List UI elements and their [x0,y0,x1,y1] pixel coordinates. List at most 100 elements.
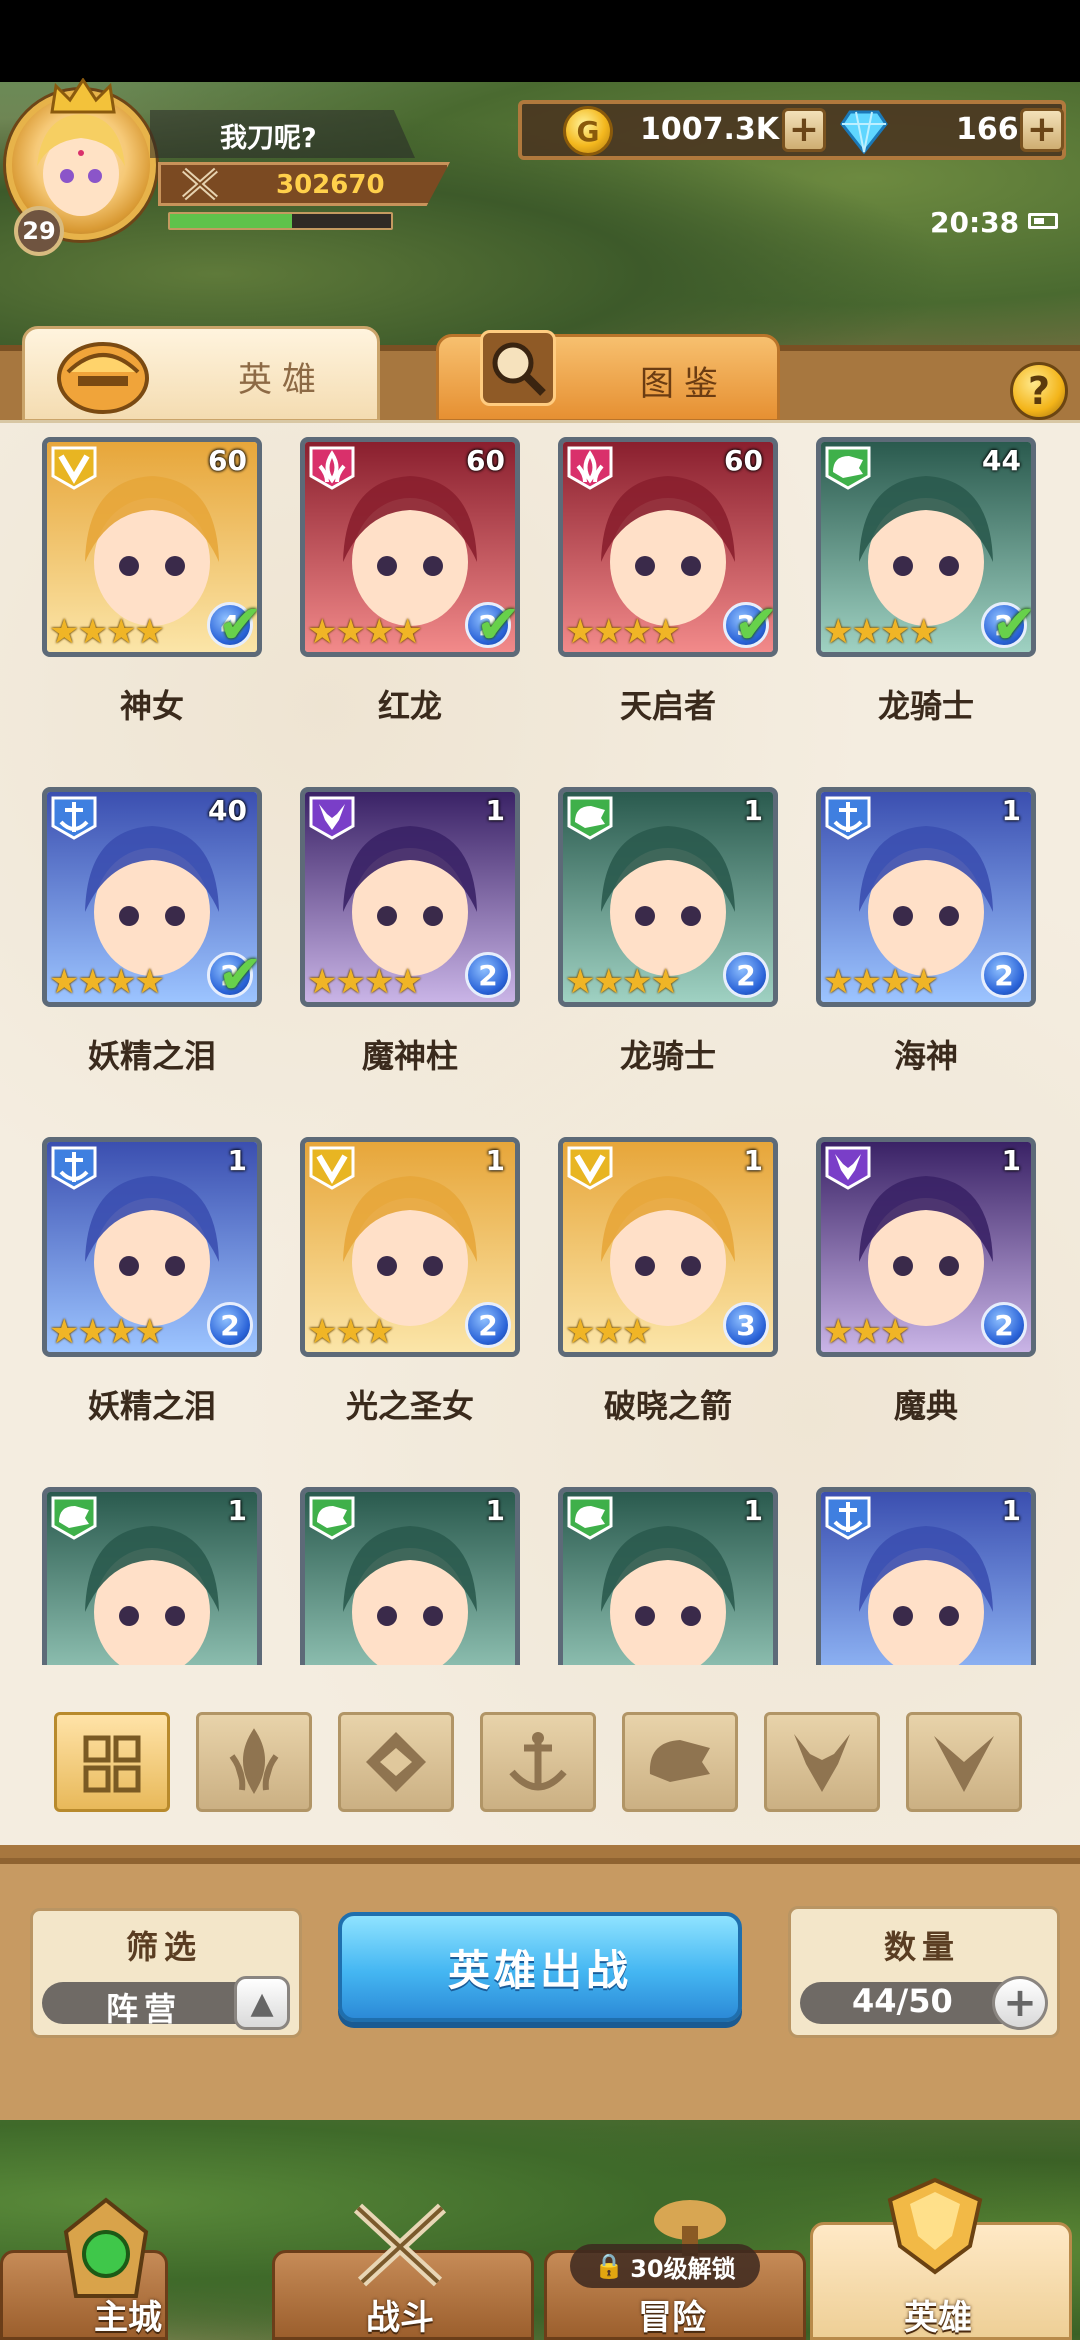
deploy-label: 英雄出战 [447,1945,632,1995]
hero-level: 1 [1001,794,1021,827]
help-button[interactable]: ? [1010,362,1068,420]
hero-card[interactable]: 44 ★ ★ ★ ★ 2 ✔ [816,437,1036,657]
battery-icon [1028,213,1058,229]
helmet-icon [57,342,149,414]
hero-card[interactable]: 1 [558,1487,778,1665]
hero-name: 龙骑士 [877,687,974,725]
hero-card[interactable]: 1 ★ ★ ★ ★ 2 [816,787,1036,1007]
hero-stars: ★ ★ ★ ★ [565,612,681,652]
star-icon: ★ [363,962,395,1002]
star-icon: ★ [879,962,911,1002]
hero-card[interactable]: 60 ★ ★ ★ ★ 4 ✔ [42,437,262,657]
star-icon: ★ [49,612,80,652]
hero-card[interactable]: 1 [816,1487,1036,1665]
hero-level: 1 [743,794,763,827]
hero-level: 1 [485,1494,505,1527]
star-icon: ★ [879,612,911,652]
filter-toggle-button[interactable]: ▲ [234,1976,290,2030]
star-icon: ★ [105,962,137,1002]
hero-level: 1 [1001,1494,1021,1527]
nav-home-label: 主城 [94,2298,162,2338]
grid-all-icon [83,1735,141,1793]
diamond-icon [840,110,888,154]
hero-card[interactable]: 1 [42,1487,262,1665]
star-icon: ★ [134,1312,165,1352]
light-faction-icon [934,1736,994,1792]
hero-rank-badge: 2 [723,952,769,998]
hero-card[interactable]: 40 ★ ★ ★ ★ 2 ✔ [42,787,262,1007]
tab-heroes-label: 英雄 [238,360,326,400]
hero-count-value: 44/50 [852,1982,953,2020]
combat-power-value: 302670 [276,170,385,200]
hero-rank-badge: 2 [465,952,511,998]
star-icon: ★ [621,612,653,652]
hero-card[interactable]: 60 ★ ★ ★ ★ 3 ✔ [558,437,778,657]
hero-level: 1 [1001,1144,1021,1177]
deployed-check-icon: ✔ [217,593,262,656]
hero-card[interactable]: 1 ★ ★ ★ ★ 2 [300,787,520,1007]
faction-filter-button[interactable] [480,1712,596,1812]
faction-icon [565,444,615,490]
deployed-check-icon: ✔ [475,593,520,656]
hero-stars: ★ ★ ★ ★ [823,962,939,1002]
faction-filter-button[interactable] [764,1712,880,1812]
deployed-check-icon: ✔ [991,593,1036,656]
hero-grid[interactable]: 60 ★ ★ ★ ★ 4 ✔ 神女 60 ★ ★ ★ ★ 2 ✔ 红龙 60 ★ ★ ★ ★ 3 ✔ 天启者 [0,425,1080,1665]
add-gold-button[interactable]: + [782,108,826,152]
castle-icon [63,2197,149,2298]
hero-card[interactable]: 1 [300,1487,520,1665]
star-icon: ★ [77,612,108,652]
star-icon: ★ [823,612,854,652]
faction-icon [307,1144,357,1190]
faction-filter-button[interactable] [338,1712,454,1812]
nav-battle-label: 战斗 [366,2298,434,2338]
faction-icon [49,794,99,840]
hero-level: 44 [982,444,1021,477]
crown-icon [50,78,116,114]
hero-card[interactable]: 60 ★ ★ ★ ★ 2 ✔ [300,437,520,657]
faction-filter-button[interactable] [906,1712,1022,1812]
hero-card[interactable]: 1 ★ ★ ★ 3 [558,1137,778,1357]
gold-amount: 1007.3K [640,112,780,147]
star-icon: ★ [307,1312,338,1352]
hero-name: 天启者 [619,687,716,725]
faction-filter-button[interactable] [54,1712,170,1812]
hero-rank-badge: 2 [207,1302,253,1348]
hero-shield-icon [887,2177,983,2275]
faction-filter-button[interactable] [196,1712,312,1812]
magnifier-icon [480,330,556,406]
hero-card[interactable]: 1 ★ ★ ★ ★ 2 [558,787,778,1007]
hero-card[interactable]: 1 ★ ★ ★ 2 [816,1137,1036,1357]
star-icon: ★ [105,612,137,652]
add-gems-button[interactable]: + [1020,108,1064,152]
star-icon: ★ [851,612,882,652]
exp-bar-fill [170,214,292,228]
star-icon: ★ [908,612,939,652]
hero-stars: ★ ★ ★ ★ [49,962,165,1002]
star-icon: ★ [650,612,681,652]
hero-card[interactable]: 1 ★ ★ ★ 2 [300,1137,520,1357]
hero-level: 60 [208,444,247,477]
faction-filter-button[interactable] [622,1712,738,1812]
beast-faction-icon [649,1740,710,1782]
filter-value: 阵营 [106,1990,183,2028]
hero-card[interactable]: 1 ★ ★ ★ ★ 2 [42,1137,262,1357]
star-icon: ★ [650,962,681,1002]
star-icon: ★ [392,612,423,652]
hero-level: 1 [743,1144,763,1177]
hero-level: 60 [724,444,763,477]
star-icon: ★ [105,1312,137,1352]
star-icon: ★ [134,612,165,652]
deploy-heroes-button[interactable]: 英雄出战 [338,1912,742,2022]
adventure-lock-tag: 🔒 30级解锁 [570,2244,760,2288]
hero-stars: ★ ★ ★ ★ [49,612,165,652]
star-icon: ★ [593,612,624,652]
hero-stars: ★ ★ ★ ★ [565,962,681,1002]
star-icon: ★ [77,1312,108,1352]
faction-icon [307,794,357,840]
hero-stars: ★ ★ ★ [307,1312,394,1352]
gold-coin-icon: G [563,106,613,156]
expand-capacity-button[interactable]: + [992,1976,1048,2030]
player-name[interactable]: 我刀呢? [220,116,317,155]
star-icon: ★ [851,962,882,1002]
